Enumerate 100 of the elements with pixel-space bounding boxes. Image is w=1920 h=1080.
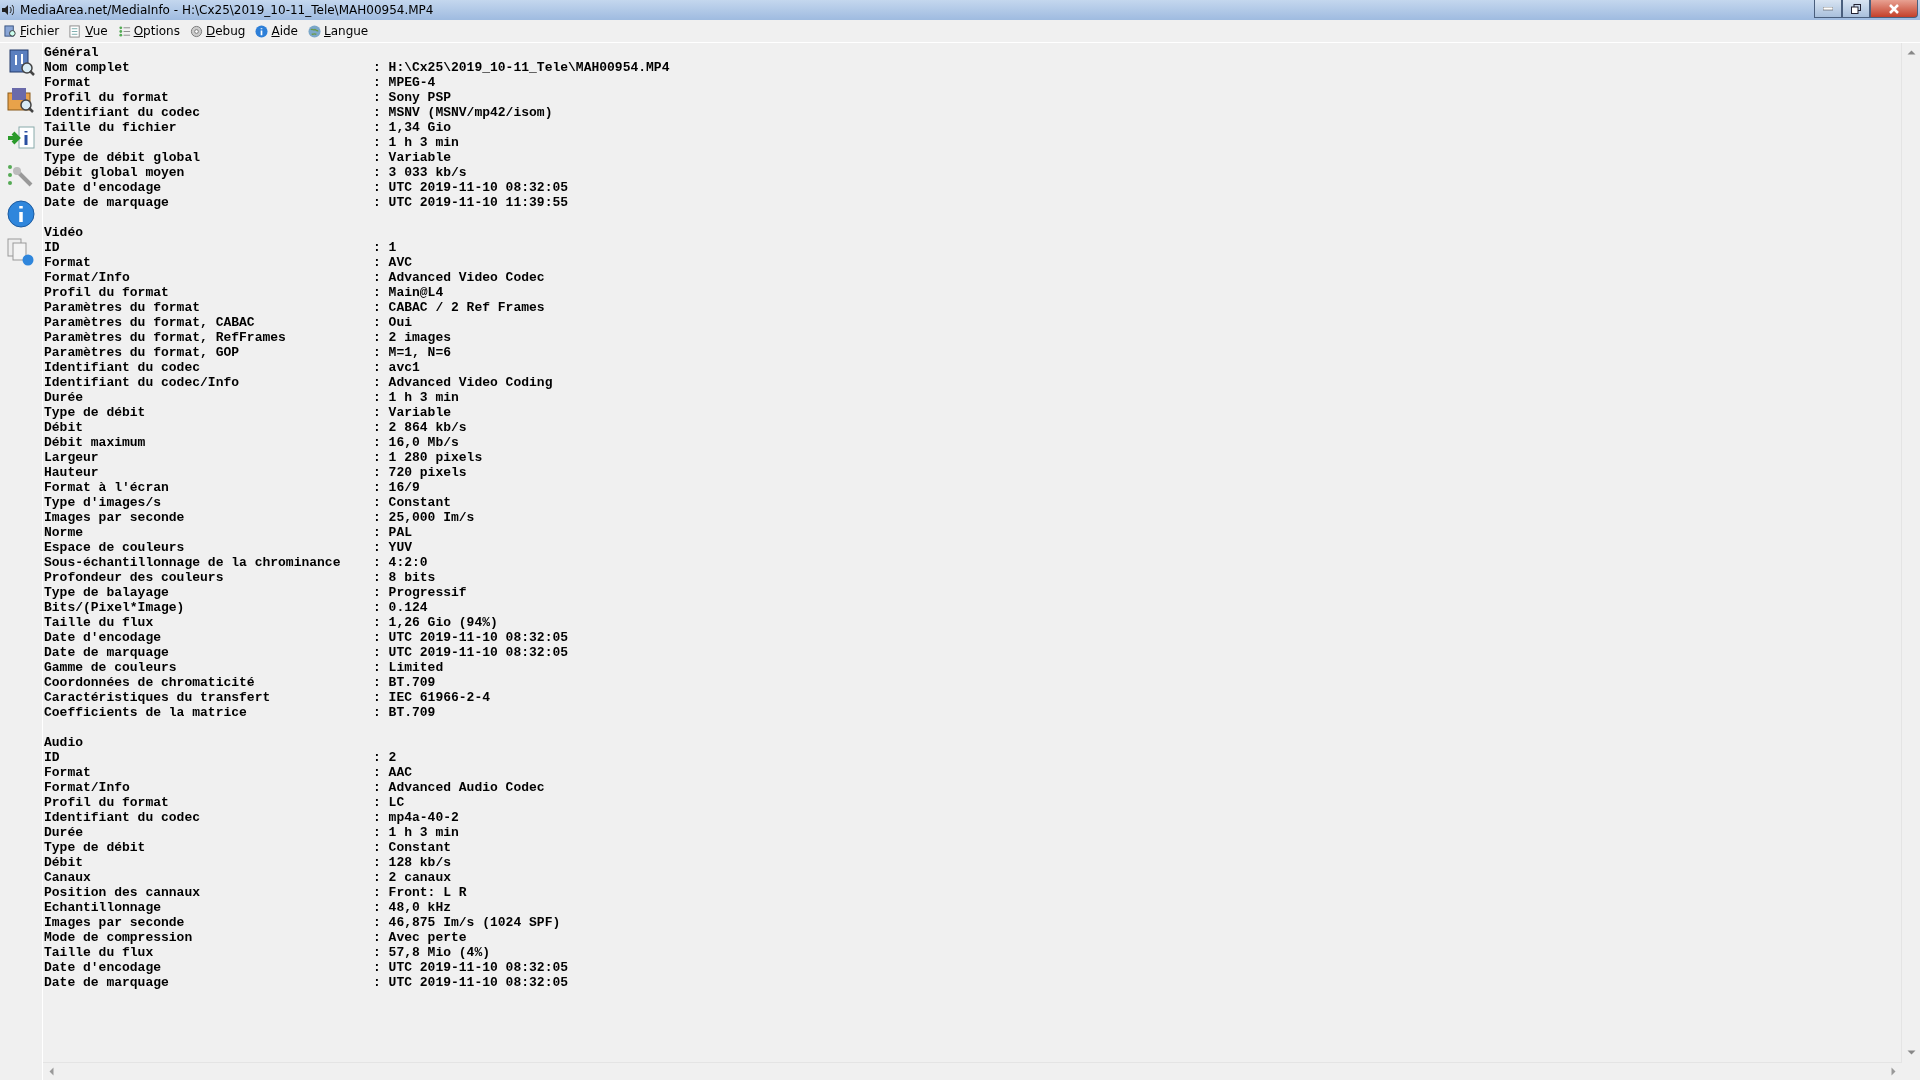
field-label: Sous-échantillonnage de la chrominance [44,555,342,570]
document-list-icon [69,24,83,38]
menu-item[interactable]: Debug [189,24,246,38]
info-icon[interactable] [6,199,36,229]
info-icon [255,24,269,38]
field-label: ID [44,240,61,255]
field-value: : Variable [373,405,451,420]
minimize-button[interactable] [1814,0,1842,18]
field-value: : 4:2:0 [373,555,428,570]
field-value: : YUV [373,540,412,555]
field-value: : avc1 [373,360,420,375]
field-value: : Advanced Video Coding [373,375,553,390]
window-title: MediaArea.net/MediaInfo - H:\Cx25\2019_10-11_Tele\MAH00954.MP4 [20,3,435,17]
restore-button[interactable] [1842,0,1870,18]
field-label: Hauteur [44,465,100,480]
field-value: : 46,875 Im/s (1024 SPF) [373,915,561,930]
field-value: : Progressif [373,585,467,600]
document-magnifier-icon [4,24,17,38]
field-value: : CABAC / 2 Ref Frames [373,300,545,315]
field-value: : IEC 61966-2-4 [373,690,491,705]
section-heading: Vidéo [44,225,84,240]
field-label: Images par seconde [44,915,186,930]
field-value: : 3 033 kb/s [373,165,467,180]
field-label: Images par seconde [44,510,186,525]
field-label: Format/Info [44,780,131,795]
field-label: Format à l'écran [44,480,170,495]
field-label: Date de marquage [44,645,170,660]
field-value: : AVC [373,255,412,270]
field-value: : Constant [373,495,451,510]
field-value: : Sony PSP [373,90,451,105]
field-label: Débit maximum [44,435,147,450]
field-value: : Oui [373,315,412,330]
field-label: Durée [44,825,84,840]
field-label: Date de marquage [44,195,170,210]
field-label: Taille du flux [44,945,155,960]
field-label: Format [44,75,92,90]
field-label: Débit [44,420,84,435]
field-label: Paramètres du format, RefFrames [44,330,287,345]
field-value: : 1 280 pixels [373,450,483,465]
checklist-icon [117,24,131,38]
menu-item[interactable]: Options [117,24,180,38]
field-label: Profil du format [44,795,170,810]
close-icon [1888,3,1900,14]
menu-item[interactable]: Fichier [4,24,60,38]
documents-globe-icon[interactable] [6,237,36,267]
field-value: : 1 h 3 min [373,390,459,405]
field-label: Caractéristiques du transfert [44,690,272,705]
field-value: : 720 pixels [373,465,467,480]
field-label: Débit global moyen [44,165,186,180]
field-value: : UTC 2019-11-10 08:32:05 [373,630,569,645]
field-value: : 16/9 [373,480,420,495]
field-value: : UTC 2019-11-10 08:32:05 [373,180,569,195]
field-value: : Main@L4 [373,285,444,300]
music-document-icon[interactable] [6,47,36,77]
close-button[interactable] [1870,0,1918,18]
field-label: Profil du format [44,285,170,300]
field-label: Type de débit [44,840,147,855]
menu-item[interactable]: Vue [69,24,108,38]
field-value: : Avec perte [373,930,467,945]
speaker-icon [0,3,14,17]
field-value: : Advanced Video Codec [373,270,545,285]
restore-icon [1851,3,1861,14]
field-value: : 2 864 kb/s [373,420,467,435]
field-value: : BT.709 [373,675,436,690]
field-value: : UTC 2019-11-10 08:32:05 [373,645,569,660]
menu-item[interactable]: Langue [308,24,369,38]
field-value: : Variable [373,150,451,165]
field-value: : 1 h 3 min [373,135,459,150]
field-value: : UTC 2019-11-10 11:39:55 [373,195,569,210]
field-label: Paramètres du format, GOP [44,345,241,360]
field-label: Date d'encodage [44,630,163,645]
field-label: Espace de couleurs [44,540,186,555]
folder-magnifier-icon[interactable] [6,85,36,115]
field-value: : LC [373,795,405,810]
field-label: Débit [44,855,84,870]
scroll-right-icon[interactable] [1889,1067,1898,1076]
field-label: Taille du fichier [44,120,178,135]
field-value: : 128 kb/s [373,855,451,870]
field-label: Identifiant du codec/Info [44,375,241,390]
field-value: : UTC 2019-11-10 08:32:05 [373,975,569,990]
field-label: Format/Info [44,270,131,285]
field-value: : UTC 2019-11-10 08:32:05 [373,960,569,975]
scroll-up-icon[interactable] [1906,48,1916,57]
field-value: : 1 h 3 min [373,825,459,840]
field-label: Norme [44,525,84,540]
field-value: : 8 bits [373,570,436,585]
field-value: : H:\Cx25\2019_10-11_Tele\MAH00954.MP4 [373,60,670,75]
field-label: Durée [44,390,84,405]
menu-item[interactable]: Aide [255,24,298,38]
field-label: Type de débit [44,405,147,420]
gear-icon [189,24,203,38]
field-label: Position des cannaux [44,885,202,900]
field-label: Durée [44,135,84,150]
field-value: : BT.709 [373,705,436,720]
field-value: : Limited [373,660,444,675]
scroll-left-icon[interactable] [47,1067,56,1076]
field-value: : 57,8 Mio (4%) [373,945,491,960]
scroll-down-icon[interactable] [1906,1048,1916,1057]
minimize-icon [1823,6,1833,11]
field-value: : mp4a-40-2 [373,810,459,825]
